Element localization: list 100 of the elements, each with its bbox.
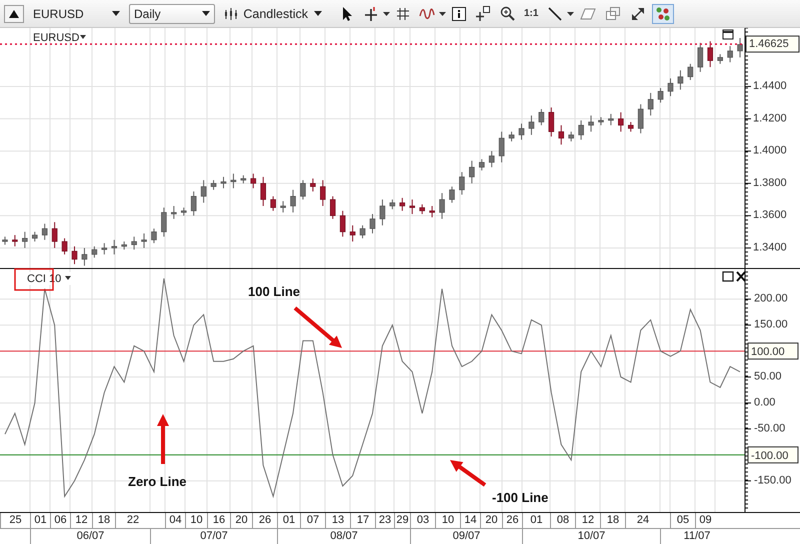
candlestick <box>260 176 266 206</box>
date-label: 18 <box>92 513 115 528</box>
candlestick <box>588 115 594 132</box>
candlestick <box>190 190 196 216</box>
candlestick <box>280 200 286 213</box>
axis-label: 200.00 <box>754 292 788 305</box>
collapse-button[interactable] <box>4 4 24 22</box>
month-label: 08/07 <box>277 529 410 544</box>
candlestick <box>360 224 366 239</box>
candlestick <box>2 236 8 246</box>
candlestick <box>707 40 714 68</box>
caret-icon[interactable] <box>439 12 446 16</box>
date-label: 20 <box>230 513 252 528</box>
candlestick <box>250 173 256 189</box>
callout-arrow <box>157 414 169 464</box>
axis-label: 50.00 <box>754 370 782 383</box>
candlestick <box>608 113 614 126</box>
candlestick <box>598 116 604 126</box>
caret-icon[interactable] <box>567 12 574 16</box>
candlestick <box>658 88 664 104</box>
price-marker: 1.46625 <box>746 36 800 53</box>
candlestick <box>52 222 58 248</box>
candlestick <box>648 92 654 116</box>
candlestick <box>628 122 634 132</box>
candlestick <box>390 199 396 210</box>
month-label: 07/07 <box>150 529 277 544</box>
date-label: 16 <box>207 513 230 528</box>
candlestick <box>32 231 38 242</box>
level-marker: 100.00 <box>748 342 798 360</box>
candlestick <box>737 38 743 58</box>
month-label: 09/07 <box>410 529 522 544</box>
date-label: 13 <box>325 513 350 528</box>
candlestick <box>548 106 554 138</box>
period-dropdown[interactable]: Daily <box>129 4 215 24</box>
candlestick <box>618 112 624 132</box>
pointer-icon <box>340 6 354 22</box>
candlestick <box>270 196 276 212</box>
candlestick <box>42 223 48 240</box>
candlestick <box>478 158 485 171</box>
callout-label: Zero Line <box>128 474 187 489</box>
candlestick <box>340 210 346 238</box>
candlestick <box>92 246 98 258</box>
chart-type-dropdown[interactable]: Candlestick <box>219 4 327 24</box>
candlestick <box>409 199 416 215</box>
candlestick <box>62 238 68 255</box>
date-label: 23 <box>375 513 394 528</box>
candlestick <box>82 247 88 266</box>
candlestick <box>508 131 514 142</box>
symbol-menu[interactable]: EURUSD <box>33 32 86 44</box>
axis-label: 1.4000 <box>753 144 787 157</box>
caret-icon <box>112 11 120 16</box>
level-marker: -100.00 <box>748 446 798 464</box>
candlestick <box>698 42 704 72</box>
maximize-icon[interactable] <box>723 30 733 39</box>
crosshair-icon <box>363 6 379 22</box>
axis-label: -150.00 <box>754 474 792 486</box>
candlestick <box>469 160 475 184</box>
candlestick <box>131 236 137 250</box>
date-label: 03 <box>410 513 435 528</box>
caret-icon <box>202 11 210 16</box>
maximize-icon[interactable] <box>723 272 733 281</box>
date-label: 26 <box>252 513 277 528</box>
symbol-dropdown[interactable]: EURUSD <box>28 4 125 24</box>
candlestick <box>180 207 187 216</box>
callout-arrow <box>294 306 342 348</box>
callout-label: -100 Line <box>492 490 548 505</box>
close-icon[interactable] <box>737 272 745 281</box>
candlestick <box>370 214 376 234</box>
candlestick <box>210 180 216 190</box>
caret-icon <box>314 11 322 16</box>
date-label: 12 <box>70 513 92 528</box>
candlestick <box>72 246 78 265</box>
grid-icon <box>396 6 410 20</box>
date-label: 17 <box>350 513 375 528</box>
date-label: 01 <box>277 513 300 528</box>
expand-icon <box>630 6 646 22</box>
candlestick <box>538 108 544 126</box>
candlestick <box>678 70 684 90</box>
candlestick <box>380 199 386 226</box>
candlestick <box>449 186 455 204</box>
month-label: 10/07 <box>522 529 660 544</box>
candlestick <box>400 197 406 212</box>
axis-label: 1.3600 <box>753 209 787 222</box>
candlestick <box>141 232 147 248</box>
caret-icon[interactable] <box>383 12 390 16</box>
candlestick <box>12 234 18 247</box>
candlestick <box>498 131 504 163</box>
add-panel-icon <box>475 6 491 22</box>
date-label: 04 <box>165 513 185 528</box>
callout-arrow <box>450 460 486 487</box>
zoom-reset-button[interactable]: 1:1 <box>521 4 542 24</box>
candlestick <box>568 131 574 142</box>
candlestick <box>578 120 584 140</box>
dots-icon <box>655 6 672 22</box>
date-label: 29 <box>394 513 410 528</box>
candlestick <box>419 204 425 215</box>
ref-line-label: 1.46625 <box>749 38 789 50</box>
date-label: 12 <box>575 513 600 528</box>
candlestick-icon <box>224 6 238 20</box>
month-label: 06/07 <box>30 529 150 544</box>
